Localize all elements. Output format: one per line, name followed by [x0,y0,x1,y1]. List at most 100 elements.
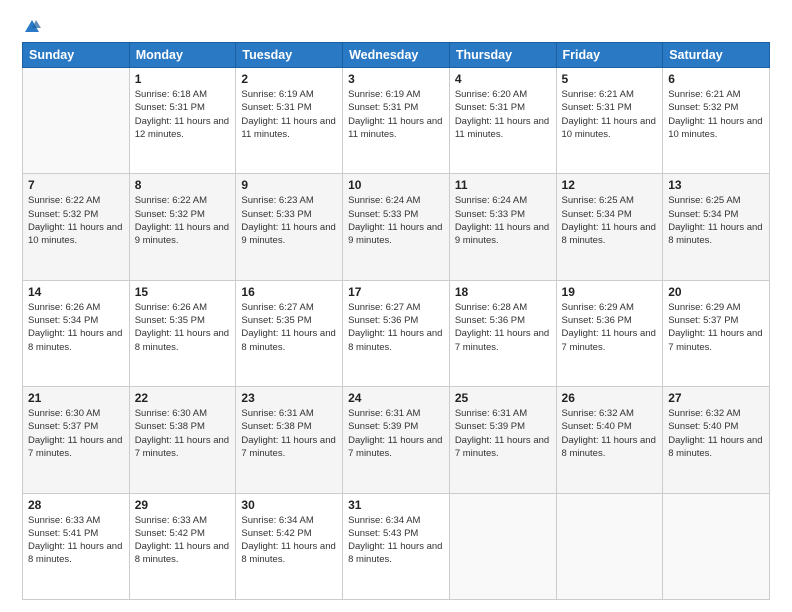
calendar-cell: 2 Sunrise: 6:19 AMSunset: 5:31 PMDaylight… [236,68,343,174]
day-number: 29 [135,498,231,512]
day-info: Sunrise: 6:24 AMSunset: 5:33 PMDaylight:… [348,194,444,247]
day-info: Sunrise: 6:25 AMSunset: 5:34 PMDaylight:… [668,194,764,247]
calendar-cell [556,493,663,599]
week-row-3: 14 Sunrise: 6:26 AMSunset: 5:34 PMDayligh… [23,280,770,386]
weekday-header-friday: Friday [556,43,663,68]
calendar-cell: 12 Sunrise: 6:25 AMSunset: 5:34 PMDayligh… [556,174,663,280]
calendar-cell: 1 Sunrise: 6:18 AMSunset: 5:31 PMDaylight… [129,68,236,174]
calendar-cell: 11 Sunrise: 6:24 AMSunset: 5:33 PMDayligh… [449,174,556,280]
calendar: SundayMondayTuesdayWednesdayThursdayFrid… [22,42,770,600]
day-info: Sunrise: 6:21 AMSunset: 5:32 PMDaylight:… [668,88,764,141]
day-info: Sunrise: 6:34 AMSunset: 5:42 PMDaylight:… [241,514,337,567]
day-number: 2 [241,72,337,86]
day-info: Sunrise: 6:31 AMSunset: 5:38 PMDaylight:… [241,407,337,460]
day-number: 3 [348,72,444,86]
calendar-cell: 19 Sunrise: 6:29 AMSunset: 5:36 PMDayligh… [556,280,663,386]
calendar-cell: 25Sunrise: 6:31 AMSunset: 5:39 PMDayligh… [449,387,556,493]
calendar-cell: 3 Sunrise: 6:19 AMSunset: 5:31 PMDaylight… [343,68,450,174]
weekday-header-saturday: Saturday [663,43,770,68]
calendar-cell: 8 Sunrise: 6:22 AMSunset: 5:32 PMDaylight… [129,174,236,280]
day-number: 16 [241,285,337,299]
calendar-cell: 6Sunrise: 6:21 AMSunset: 5:32 PMDaylight… [663,68,770,174]
weekday-header-wednesday: Wednesday [343,43,450,68]
weekday-header-sunday: Sunday [23,43,130,68]
day-number: 12 [562,178,658,192]
day-number: 9 [241,178,337,192]
day-info: Sunrise: 6:26 AMSunset: 5:35 PMDaylight:… [135,301,231,354]
calendar-cell: 18 Sunrise: 6:28 AMSunset: 5:36 PMDayligh… [449,280,556,386]
day-info: Sunrise: 6:29 AMSunset: 5:36 PMDaylight:… [562,301,658,354]
day-number: 5 [562,72,658,86]
day-info: Sunrise: 6:32 AMSunset: 5:40 PMDaylight:… [668,407,764,460]
day-info: Sunrise: 6:31 AMSunset: 5:39 PMDaylight:… [455,407,551,460]
day-number: 20 [668,285,764,299]
day-info: Sunrise: 6:34 AMSunset: 5:43 PMDaylight:… [348,514,444,567]
week-row-1: 1 Sunrise: 6:18 AMSunset: 5:31 PMDaylight… [23,68,770,174]
day-info: Sunrise: 6:30 AMSunset: 5:38 PMDaylight:… [135,407,231,460]
day-number: 21 [28,391,124,405]
day-number: 10 [348,178,444,192]
day-info: Sunrise: 6:33 AMSunset: 5:41 PMDaylight:… [28,514,124,567]
week-row-2: 7 Sunrise: 6:22 AMSunset: 5:32 PMDaylight… [23,174,770,280]
day-info: Sunrise: 6:20 AMSunset: 5:31 PMDaylight:… [455,88,551,141]
calendar-cell: 20Sunrise: 6:29 AMSunset: 5:37 PMDayligh… [663,280,770,386]
day-info: Sunrise: 6:31 AMSunset: 5:39 PMDaylight:… [348,407,444,460]
day-number: 11 [455,178,551,192]
day-number: 19 [562,285,658,299]
calendar-cell: 22 Sunrise: 6:30 AMSunset: 5:38 PMDayligh… [129,387,236,493]
calendar-cell: 14 Sunrise: 6:26 AMSunset: 5:34 PMDayligh… [23,280,130,386]
logo [22,18,42,32]
calendar-cell: 31 Sunrise: 6:34 AMSunset: 5:43 PMDayligh… [343,493,450,599]
day-number: 18 [455,285,551,299]
day-info: Sunrise: 6:28 AMSunset: 5:36 PMDaylight:… [455,301,551,354]
day-info: Sunrise: 6:32 AMSunset: 5:40 PMDaylight:… [562,407,658,460]
day-info: Sunrise: 6:24 AMSunset: 5:33 PMDaylight:… [455,194,551,247]
calendar-cell: 4 Sunrise: 6:20 AMSunset: 5:31 PMDaylight… [449,68,556,174]
calendar-cell: 10 Sunrise: 6:24 AMSunset: 5:33 PMDayligh… [343,174,450,280]
day-number: 4 [455,72,551,86]
weekday-header-tuesday: Tuesday [236,43,343,68]
calendar-cell: 30 Sunrise: 6:34 AMSunset: 5:42 PMDayligh… [236,493,343,599]
day-info: Sunrise: 6:25 AMSunset: 5:34 PMDaylight:… [562,194,658,247]
day-number: 31 [348,498,444,512]
day-info: Sunrise: 6:18 AMSunset: 5:31 PMDaylight:… [135,88,231,141]
day-info: Sunrise: 6:23 AMSunset: 5:33 PMDaylight:… [241,194,337,247]
calendar-cell: 17Sunrise: 6:27 AMSunset: 5:36 PMDayligh… [343,280,450,386]
day-number: 23 [241,391,337,405]
day-number: 15 [135,285,231,299]
day-info: Sunrise: 6:27 AMSunset: 5:36 PMDaylight:… [348,301,444,354]
day-number: 28 [28,498,124,512]
day-number: 24 [348,391,444,405]
day-number: 22 [135,391,231,405]
calendar-cell: 27 Sunrise: 6:32 AMSunset: 5:40 PMDayligh… [663,387,770,493]
calendar-cell [663,493,770,599]
calendar-cell: 16Sunrise: 6:27 AMSunset: 5:35 PMDayligh… [236,280,343,386]
calendar-cell: 21 Sunrise: 6:30 AMSunset: 5:37 PMDayligh… [23,387,130,493]
day-number: 7 [28,178,124,192]
day-info: Sunrise: 6:33 AMSunset: 5:42 PMDaylight:… [135,514,231,567]
day-number: 14 [28,285,124,299]
calendar-cell: 23 Sunrise: 6:31 AMSunset: 5:38 PMDayligh… [236,387,343,493]
calendar-cell: 9 Sunrise: 6:23 AMSunset: 5:33 PMDaylight… [236,174,343,280]
calendar-cell: 7Sunrise: 6:22 AMSunset: 5:32 PMDaylight… [23,174,130,280]
day-number: 27 [668,391,764,405]
day-info: Sunrise: 6:30 AMSunset: 5:37 PMDaylight:… [28,407,124,460]
day-number: 13 [668,178,764,192]
day-info: Sunrise: 6:21 AMSunset: 5:31 PMDaylight:… [562,88,658,141]
calendar-cell: 28 Sunrise: 6:33 AMSunset: 5:41 PMDayligh… [23,493,130,599]
header [22,18,770,32]
day-info: Sunrise: 6:19 AMSunset: 5:31 PMDaylight:… [241,88,337,141]
day-number: 8 [135,178,231,192]
week-row-5: 28 Sunrise: 6:33 AMSunset: 5:41 PMDayligh… [23,493,770,599]
calendar-cell: 24 Sunrise: 6:31 AMSunset: 5:39 PMDayligh… [343,387,450,493]
day-info: Sunrise: 6:22 AMSunset: 5:32 PMDaylight:… [135,194,231,247]
day-info: Sunrise: 6:26 AMSunset: 5:34 PMDaylight:… [28,301,124,354]
calendar-cell: 15 Sunrise: 6:26 AMSunset: 5:35 PMDayligh… [129,280,236,386]
calendar-cell: 5 Sunrise: 6:21 AMSunset: 5:31 PMDaylight… [556,68,663,174]
calendar-cell [23,68,130,174]
day-number: 1 [135,72,231,86]
day-info: Sunrise: 6:19 AMSunset: 5:31 PMDaylight:… [348,88,444,141]
page: SundayMondayTuesdayWednesdayThursdayFrid… [0,0,792,612]
calendar-cell [449,493,556,599]
day-number: 30 [241,498,337,512]
